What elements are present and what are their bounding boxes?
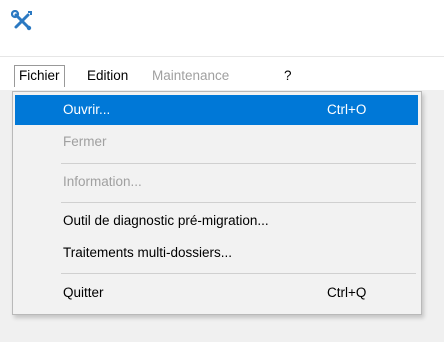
- menu-item-ouvrir[interactable]: Ouvrir... Ctrl+O: [15, 95, 418, 125]
- menu-fichier[interactable]: Fichier: [14, 65, 65, 87]
- menu-item-label: Fermer: [63, 134, 107, 149]
- menu-separator: [61, 202, 416, 203]
- menu-help[interactable]: ?: [280, 65, 296, 87]
- menu-item-label: Outil de diagnostic pré-migration...: [63, 213, 269, 228]
- menu-separator: [61, 163, 416, 164]
- menu-item-outil-diagnostic[interactable]: Outil de diagnostic pré-migration...: [15, 206, 418, 236]
- menu-item-shortcut: Ctrl+Q: [327, 285, 367, 300]
- tools-icon[interactable]: [11, 10, 33, 32]
- menu-item-label: Ouvrir...: [63, 102, 111, 117]
- fichier-dropdown-menu: Ouvrir... Ctrl+O Fermer Information... O…: [12, 91, 422, 315]
- menu-item-label: Information...: [63, 174, 142, 189]
- menu-maintenance[interactable]: Maintenance: [148, 65, 233, 87]
- menu-item-information[interactable]: Information...: [15, 167, 418, 197]
- title-bar: [0, 0, 444, 56]
- menu-item-fermer[interactable]: Fermer: [15, 127, 418, 157]
- menu-item-shortcut: Ctrl+O: [327, 102, 367, 117]
- menu-item-traitements[interactable]: Traitements multi-dossiers...: [15, 238, 418, 268]
- menu-item-label: Quitter: [63, 285, 104, 300]
- menu-item-label: Traitements multi-dossiers...: [63, 245, 233, 260]
- menu-item-quitter[interactable]: Quitter Ctrl+Q: [15, 278, 418, 308]
- menu-separator: [61, 273, 416, 274]
- menu-bar: Fichier Edition Maintenance ?: [0, 56, 444, 90]
- menu-edition[interactable]: Edition: [83, 65, 132, 87]
